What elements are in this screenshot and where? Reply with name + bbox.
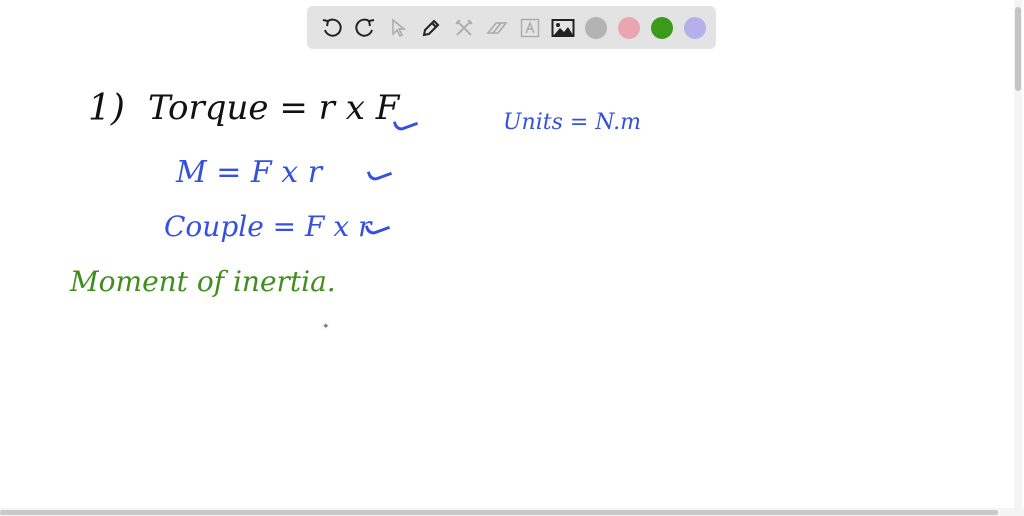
- color-swatch-lavender[interactable]: [683, 16, 706, 39]
- redo-button[interactable]: [348, 11, 381, 44]
- units-note: Units = N.m: [503, 110, 641, 135]
- tools-icon: [454, 18, 473, 36]
- drawing-toolbar: [307, 6, 716, 49]
- pen-tool-button[interactable]: [414, 11, 447, 44]
- vertical-scrollbar[interactable]: [1014, 0, 1022, 508]
- redo-icon: [354, 18, 374, 37]
- torque-equation: Torque = r x F: [148, 88, 400, 128]
- eraser-tool-button[interactable]: [480, 11, 513, 44]
- cursor-crosshair-icon: ✦: [322, 322, 330, 332]
- item-number: 1): [88, 88, 125, 129]
- tools-button[interactable]: [447, 11, 480, 44]
- text-tool-button[interactable]: [513, 11, 546, 44]
- vertical-scroll-thumb[interactable]: [1015, 7, 1021, 91]
- horizontal-scroll-thumb[interactable]: [0, 510, 998, 515]
- couple-equation: Couple = F x r: [164, 210, 372, 243]
- text-icon: [520, 18, 539, 37]
- check-mark-icon: [366, 164, 393, 183]
- moment-equation: M = F x r: [176, 155, 323, 190]
- color-swatch-gray[interactable]: [584, 16, 607, 39]
- color-swatch-green[interactable]: [650, 16, 673, 39]
- moment-of-inertia-text: Moment of inertia.: [70, 265, 336, 298]
- horizontal-scrollbar[interactable]: [0, 508, 1024, 516]
- undo-button[interactable]: [315, 11, 348, 44]
- eraser-icon: [485, 21, 508, 34]
- image-tool-button[interactable]: [546, 11, 579, 44]
- image-icon: [551, 18, 574, 37]
- select-tool-button[interactable]: [381, 11, 414, 44]
- pen-icon: [422, 19, 439, 36]
- color-swatch-pink[interactable]: [617, 16, 640, 39]
- undo-icon: [322, 18, 342, 37]
- select-icon: [391, 17, 406, 37]
